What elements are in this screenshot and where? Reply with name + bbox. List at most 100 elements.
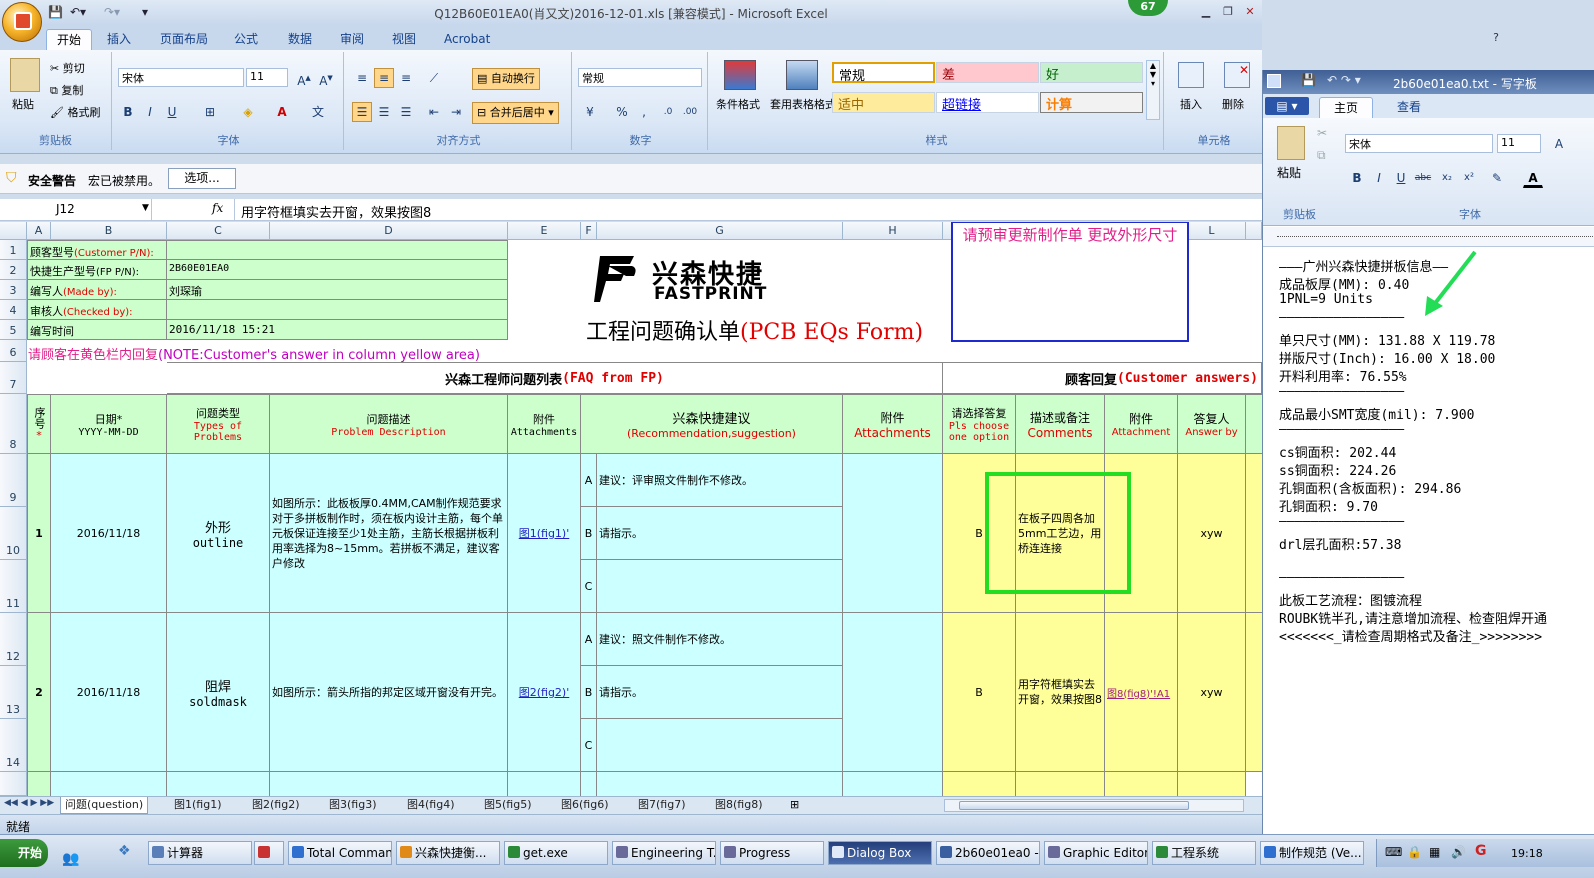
volume-icon[interactable]: 🔊 (1451, 845, 1466, 859)
problem-type[interactable]: 外形 outline (167, 454, 270, 613)
row-header[interactable] (0, 772, 27, 796)
info-value-customer-pn[interactable] (167, 240, 508, 260)
problem-attachment[interactable]: 图1(fig1)' (508, 454, 581, 613)
grid-cell[interactable] (51, 772, 167, 796)
tab-insert[interactable]: 插入 (97, 29, 141, 50)
sheet-tab-fig5[interactable]: 图5(fig5) (480, 797, 536, 814)
wordpad-document[interactable]: ———广州兴森快捷拼板信息—— 成品板厚(MM): 0.40 1PNL=9 Un… (1263, 248, 1594, 834)
tab-home[interactable]: 开始 (46, 29, 93, 50)
wordpad-superscript-icon[interactable]: x² (1459, 168, 1479, 188)
row-header[interactable]: 9 (0, 454, 27, 507)
taskbar-item[interactable]: 工程系统 (1152, 841, 1256, 865)
style-bad[interactable]: 差 (936, 62, 1039, 83)
styles-scroll[interactable]: ▲ ▼ ▾ (1146, 60, 1160, 120)
problem-attachment[interactable]: 图2(fig2)' (508, 613, 581, 772)
wordpad-underline-icon[interactable]: U (1391, 168, 1411, 188)
grid-cell[interactable] (1105, 772, 1178, 796)
sheet-tab-fig8[interactable]: 图8(fig8) (711, 797, 767, 814)
column-header[interactable]: C (167, 222, 270, 240)
formula-input[interactable]: 用字符框填实去开窗，效果按图8 (234, 199, 1262, 221)
row-header[interactable]: 10 (0, 507, 27, 560)
decrease-indent-icon[interactable]: ⇤ (424, 102, 444, 122)
column-header[interactable]: E (508, 222, 581, 240)
sheet-tab-fig7[interactable]: 图7(fig7) (634, 797, 690, 814)
wordpad-ruler[interactable] (1263, 227, 1594, 247)
grid-cell[interactable] (27, 772, 51, 796)
wordpad-save-icon[interactable]: 💾 (1301, 73, 1316, 87)
style-good[interactable]: 好 (1040, 62, 1143, 83)
fill-color-icon[interactable]: ◈ (238, 102, 258, 122)
tab-review[interactable]: 审阅 (330, 29, 374, 50)
row-header[interactable]: 6 (0, 340, 27, 362)
customer-choice[interactable]: B (943, 613, 1016, 772)
percent-button[interactable]: % (612, 102, 632, 122)
taskbar-item[interactable]: 制作规范 (Ve... (1260, 841, 1364, 865)
row-header[interactable]: 5 (0, 320, 27, 340)
option-text[interactable] (597, 560, 843, 613)
start-button[interactable]: 开始 (0, 839, 48, 867)
tab-acrobat[interactable]: Acrobat (434, 29, 500, 50)
orientation-icon[interactable]: ⟋ (424, 68, 444, 88)
column-header[interactable]: A (27, 222, 51, 240)
wordpad-grow-font-icon[interactable]: A (1549, 134, 1569, 154)
insert-cells-button[interactable]: 插入 (1180, 96, 1202, 112)
row-header[interactable]: 11 (0, 560, 27, 613)
row-header[interactable]: 2 (0, 260, 27, 280)
grid-cell[interactable] (943, 772, 1016, 796)
row-header[interactable]: 13 (0, 666, 27, 719)
select-all-corner[interactable] (0, 222, 27, 240)
style-calculation[interactable]: 计算 (1040, 92, 1143, 113)
taskbar-item[interactable]: Graphic Editor... (1044, 841, 1148, 865)
problem-desc[interactable]: 如图所示：箭头所指的邦定区域开窗没有开完。 (270, 613, 508, 772)
increase-decimal-icon[interactable]: .0 (658, 102, 678, 122)
style-hyperlink[interactable]: 超链接 (936, 92, 1039, 113)
security-options-button[interactable]: 选项... (168, 168, 236, 189)
problem-date[interactable]: 2016/11/18 (51, 454, 167, 613)
sheet-tab-question[interactable]: 问题(question) (60, 797, 149, 814)
font-size-select[interactable]: 11 (246, 68, 288, 87)
wordpad-font-select[interactable]: 宋体 (1345, 134, 1493, 153)
increase-indent-icon[interactable]: ⇥ (446, 102, 466, 122)
column-header[interactable]: H (843, 222, 943, 240)
problem-no[interactable]: 1 (27, 454, 51, 613)
customer-comment[interactable]: 用字符框填实去开窗，效果按图8 (1016, 613, 1105, 772)
taskbar-item[interactable] (254, 841, 284, 865)
taskbar-item[interactable]: Progress (720, 841, 824, 865)
insert-function-button[interactable]: fx (212, 201, 223, 215)
sheet-tab-fig2[interactable]: 图2(fig2) (248, 797, 304, 814)
wordpad-app-icon[interactable] (1267, 74, 1281, 88)
row-header[interactable]: 8 (0, 394, 27, 454)
new-sheet-icon[interactable]: ⊞ (790, 798, 799, 811)
sheet-tab-fig3[interactable]: 图3(fig3) (325, 797, 381, 814)
help-icon[interactable]: ? (1488, 31, 1504, 45)
sheet-nav-icon[interactable]: ◀◀ ◀ ▶ ▶▶ (4, 798, 54, 808)
wordpad-menu-button[interactable]: ▤ ▾ (1265, 97, 1309, 115)
taskbar-item[interactable]: 兴森快捷衡... (396, 841, 500, 865)
decrease-decimal-icon[interactable]: .00 (680, 102, 700, 122)
taskbar-item[interactable]: 2b60e01ea0 -... (936, 841, 1040, 865)
wordpad-tab-view[interactable]: 查看 (1387, 97, 1431, 118)
sheet-tab-fig6[interactable]: 图6(fig6) (557, 797, 613, 814)
wordpad-subscript-icon[interactable]: x₂ (1437, 168, 1457, 188)
app-tray-icon[interactable]: G (1475, 843, 1487, 859)
option-text[interactable]: 建议：照文件制作不修改。 (597, 613, 843, 666)
column-header[interactable] (1246, 222, 1262, 240)
shrink-font-icon[interactable]: A▼ (316, 68, 336, 88)
close-icon[interactable]: ✕ (1242, 5, 1258, 19)
fp-attachment[interactable] (843, 613, 943, 772)
info-value-made-by[interactable]: 刘琛瑜 (167, 280, 508, 300)
phonetic-icon[interactable]: 文 (308, 102, 328, 122)
wordpad-cut-icon[interactable]: ✂ (1317, 126, 1327, 140)
align-top-icon[interactable]: ≡ (352, 68, 372, 88)
problem-no[interactable]: 2 (27, 613, 51, 772)
column-header[interactable]: B (51, 222, 167, 240)
wordpad-italic-icon[interactable]: I (1369, 168, 1389, 188)
column-header[interactable]: F (581, 222, 597, 240)
grid-cell[interactable] (508, 772, 581, 796)
italic-button[interactable]: I (140, 102, 160, 122)
grid-cell[interactable] (167, 772, 270, 796)
copy-button[interactable]: ⧉ 复制 (50, 82, 83, 98)
paste-button[interactable]: 粘贴 (12, 96, 34, 112)
option-text[interactable]: 请指示。 (597, 666, 843, 719)
taskbar-item[interactable]: get.exe (504, 841, 608, 865)
